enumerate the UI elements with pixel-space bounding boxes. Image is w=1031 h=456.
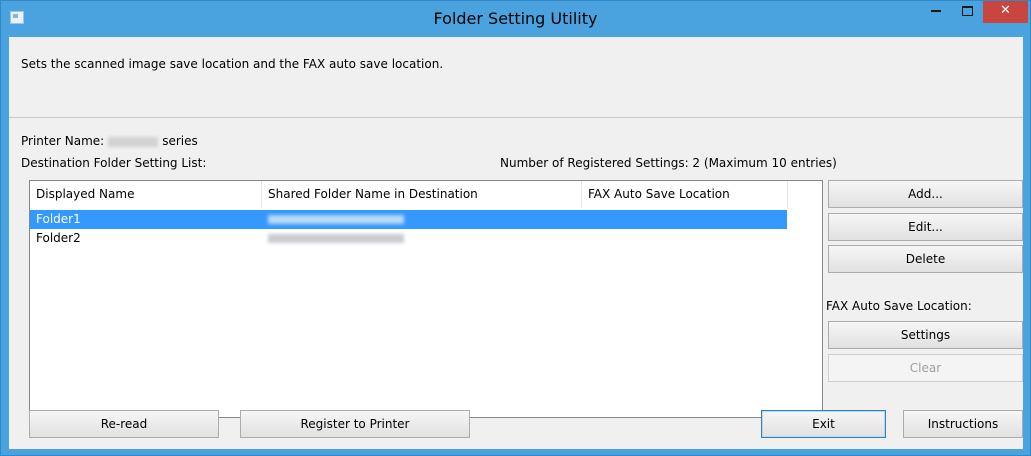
minimize-button[interactable]	[921, 1, 951, 23]
cell-shared-folder-redacted	[268, 234, 404, 243]
cell-displayed-name: Folder1	[36, 212, 81, 226]
maximize-button[interactable]	[952, 1, 982, 23]
list-header: Displayed Name Shared Folder Name in Des…	[30, 181, 822, 208]
cell-shared-folder-redacted	[268, 215, 404, 224]
registered-count-text: Number of Registered Settings: 2 (Maximu…	[500, 156, 837, 170]
exit-button[interactable]: Exit	[761, 410, 886, 438]
reread-button[interactable]: Re-read	[29, 410, 219, 438]
printer-name-label: Printer Name:	[21, 134, 105, 148]
title-bar[interactable]: Folder Setting Utility ✕	[1, 1, 1030, 37]
list-row-folder2[interactable]: Folder2	[30, 229, 787, 248]
list-row-folder1[interactable]: Folder1	[30, 210, 787, 229]
column-header-shared-folder[interactable]: Shared Folder Name in Destination	[262, 181, 582, 208]
close-button[interactable]: ✕	[983, 1, 1028, 23]
destination-list-label: Destination Folder Setting List:	[21, 156, 207, 170]
printer-name-row: Printer Name: series	[21, 134, 198, 148]
printer-name-suffix: series	[162, 134, 198, 148]
fax-auto-save-label: FAX Auto Save Location:	[826, 299, 972, 313]
minimize-icon	[931, 9, 941, 12]
window-title: Folder Setting Utility	[433, 9, 598, 28]
dialog-body: Sets the scanned image save location and…	[9, 37, 1023, 449]
destination-folder-list[interactable]: Displayed Name Shared Folder Name in Des…	[29, 180, 823, 418]
column-header-fax-location[interactable]: FAX Auto Save Location	[582, 181, 788, 208]
maximize-icon	[961, 5, 973, 16]
fax-clear-button[interactable]: Clear	[828, 354, 1023, 382]
printer-name-redacted	[108, 136, 159, 147]
column-header-displayed-name[interactable]: Displayed Name	[30, 181, 262, 208]
delete-button[interactable]: Delete	[828, 245, 1023, 273]
description-text: Sets the scanned image save location and…	[21, 57, 444, 71]
description-panel: Sets the scanned image save location and…	[9, 37, 1023, 118]
close-icon: ✕	[1000, 3, 1011, 18]
edit-button[interactable]: Edit...	[828, 213, 1023, 241]
folder-setting-window: Folder Setting Utility ✕ Sets the scanne…	[0, 0, 1031, 456]
fax-settings-button[interactable]: Settings	[828, 321, 1023, 349]
add-button[interactable]: Add...	[828, 180, 1023, 208]
cell-displayed-name: Folder2	[36, 231, 81, 245]
instructions-button[interactable]: Instructions	[903, 410, 1023, 438]
register-to-printer-button[interactable]: Register to Printer	[240, 410, 470, 438]
